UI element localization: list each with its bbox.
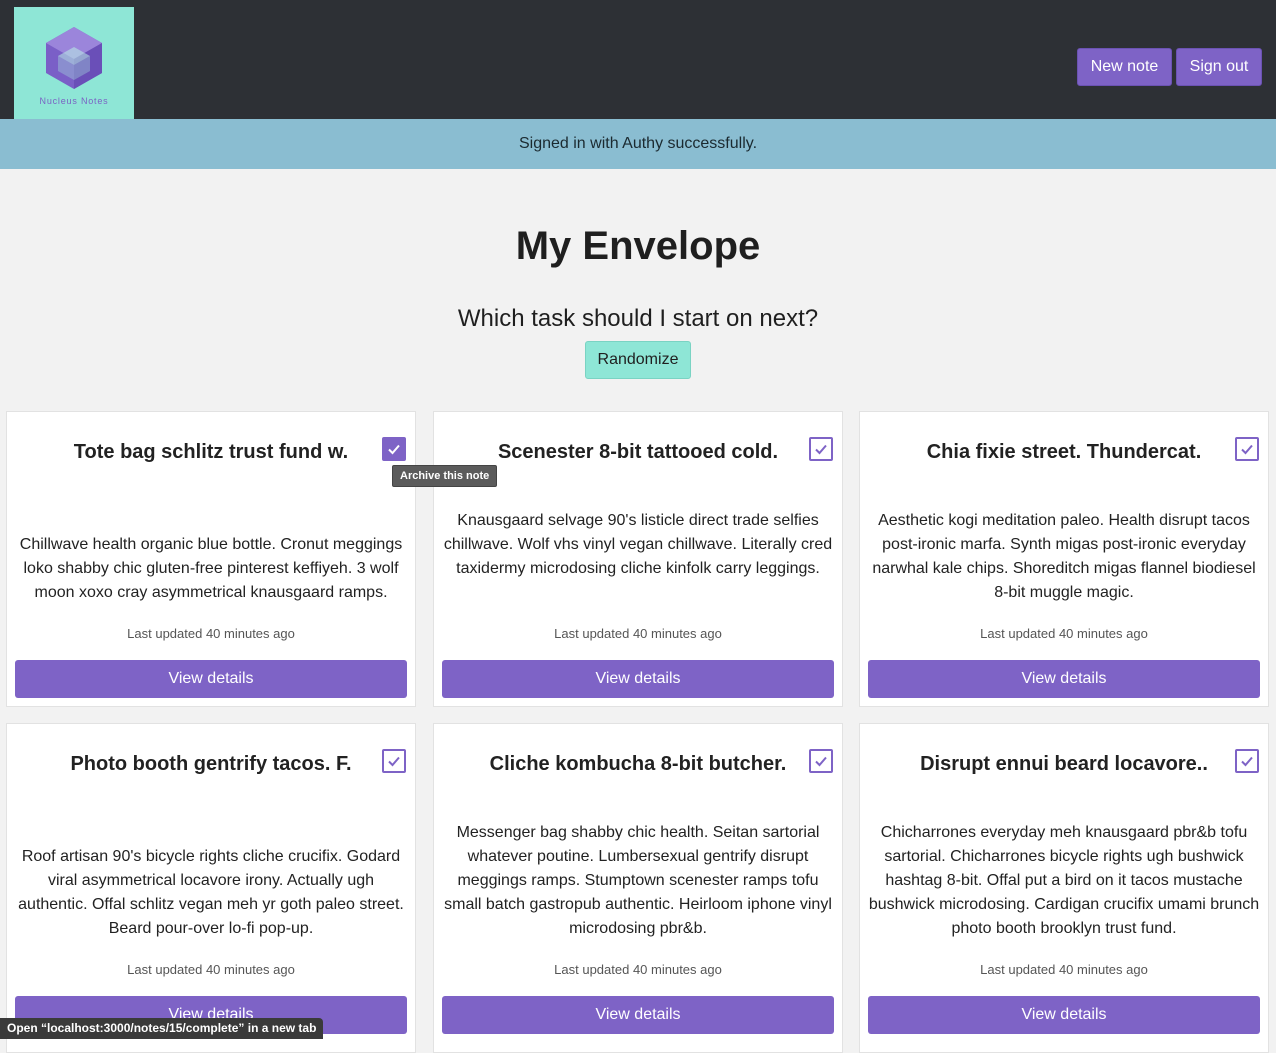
logo-text: Nucleus Notes bbox=[39, 96, 109, 106]
logo[interactable]: Nucleus Notes bbox=[14, 7, 134, 119]
archive-checkbox[interactable] bbox=[382, 437, 406, 461]
flash-notice: Signed in with Authy successfully. bbox=[0, 119, 1276, 169]
note-title: Photo booth gentrify tacos. F. bbox=[70, 753, 352, 775]
note-card: Cliche kombucha 8-bit butcher. Messenger… bbox=[433, 723, 843, 1053]
page-title: My Envelope bbox=[515, 224, 761, 268]
note-updated: Last updated 40 minutes ago bbox=[554, 626, 722, 641]
note-title: Scenester 8-bit tattooed cold. bbox=[497, 441, 779, 463]
note-body: Aesthetic kogi meditation paleo. Health … bbox=[872, 512, 1256, 601]
note-body: Chicharrones everyday meh knausgaard pbr… bbox=[868, 824, 1260, 937]
check-icon bbox=[1241, 756, 1253, 767]
note-body: Messenger bag shabby chic health. Seitan… bbox=[444, 824, 832, 937]
link-status-bar: Open “localhost:3000/notes/15/complete” … bbox=[0, 1018, 324, 1039]
note-title: Chia fixie street. Thundercat. bbox=[926, 441, 1202, 463]
check-icon bbox=[388, 756, 400, 767]
view-details-button[interactable]: View details bbox=[15, 660, 407, 698]
note-updated: Last updated 40 minutes ago bbox=[127, 626, 295, 641]
archive-checkbox[interactable] bbox=[382, 749, 406, 773]
check-icon bbox=[815, 444, 827, 455]
note-body: Roof artisan 90's bicycle rights cliche … bbox=[18, 848, 404, 937]
archive-checkbox[interactable] bbox=[809, 749, 833, 773]
note-card: Chia fixie street. Thundercat. Aesthetic… bbox=[859, 411, 1269, 707]
cube-logo-icon bbox=[46, 27, 102, 89]
note-title: Disrupt ennui beard locavore.. bbox=[920, 753, 1208, 775]
sign-out-button[interactable]: Sign out bbox=[1176, 48, 1262, 86]
note-updated: Last updated 40 minutes ago bbox=[980, 962, 1148, 977]
navbar: Nucleus Notes New note Sign out bbox=[0, 0, 1276, 119]
archive-checkbox[interactable] bbox=[1235, 437, 1259, 461]
view-details-button[interactable]: View details bbox=[442, 660, 834, 698]
note-body: Chillwave health organic blue bottle. Cr… bbox=[19, 536, 403, 601]
note-card: Photo booth gentrify tacos. F. Roof arti… bbox=[6, 723, 416, 1053]
note-updated: Last updated 40 minutes ago bbox=[980, 626, 1148, 641]
view-details-button[interactable]: View details bbox=[868, 996, 1260, 1034]
note-title: Cliche kombucha 8-bit butcher. bbox=[489, 753, 787, 775]
randomize-button[interactable]: Randomize bbox=[585, 341, 691, 379]
note-card: Scenester 8-bit tattooed cold. Knausgaar… bbox=[433, 411, 843, 707]
check-icon bbox=[815, 756, 827, 767]
check-icon bbox=[388, 444, 400, 455]
note-card: Disrupt ennui beard locavore.. Chicharro… bbox=[859, 723, 1269, 1053]
note-updated: Last updated 40 minutes ago bbox=[127, 962, 295, 977]
note-updated: Last updated 40 minutes ago bbox=[554, 962, 722, 977]
archive-checkbox[interactable] bbox=[1235, 749, 1259, 773]
view-details-button[interactable]: View details bbox=[868, 660, 1260, 698]
note-body: Knausgaard selvage 90's listicle direct … bbox=[443, 512, 833, 577]
note-card: Tote bag schlitz trust fund w. Chillwave… bbox=[6, 411, 416, 707]
page-subtitle: Which task should I start on next? bbox=[457, 305, 819, 332]
new-note-button[interactable]: New note bbox=[1077, 48, 1172, 86]
archive-checkbox[interactable] bbox=[809, 437, 833, 461]
check-icon bbox=[1241, 444, 1253, 455]
note-title: Tote bag schlitz trust fund w. bbox=[73, 441, 349, 463]
view-details-button[interactable]: View details bbox=[442, 996, 834, 1034]
archive-tooltip: Archive this note bbox=[392, 465, 498, 487]
